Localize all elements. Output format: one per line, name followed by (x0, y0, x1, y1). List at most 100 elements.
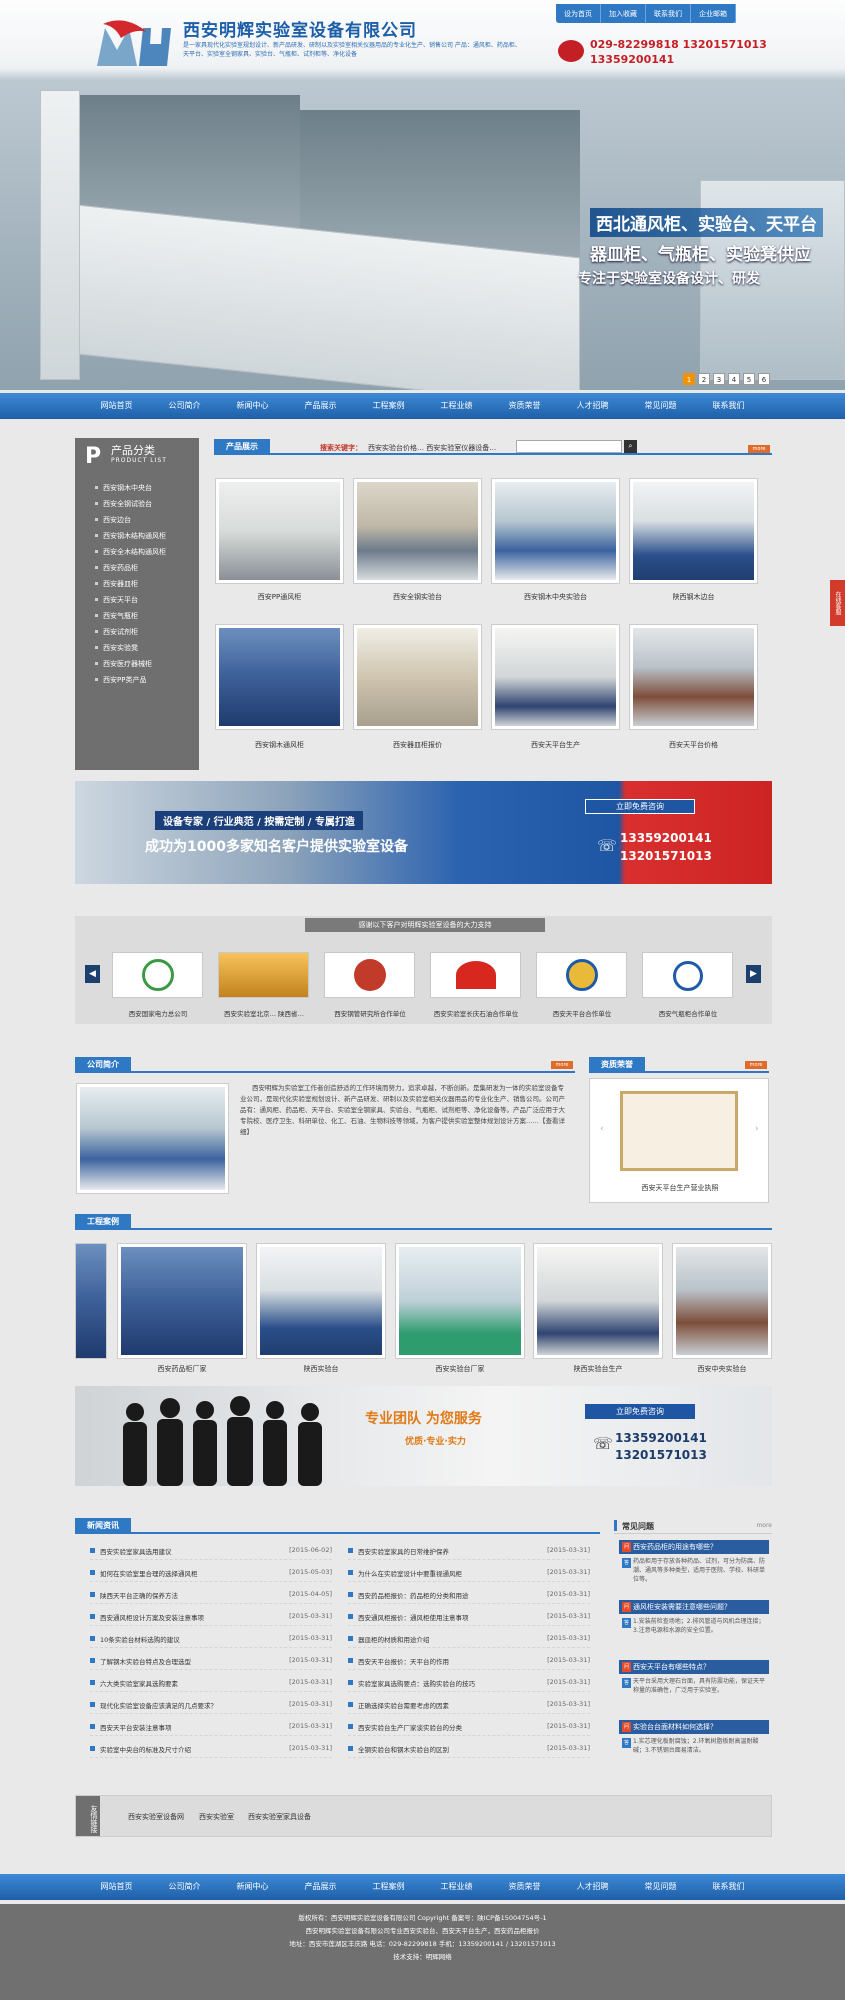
sidebar-item[interactable]: 西安医疗器械柜 (75, 656, 199, 672)
product-thumb[interactable] (491, 478, 620, 584)
news-row[interactable]: 西安天平台安装注意事项 [2015-03-31] (90, 1717, 332, 1736)
case-caption[interactable]: 西安中央实验台 (672, 1364, 772, 1374)
product-thumb[interactable] (629, 478, 758, 584)
add-favorite-link[interactable]: 加入收藏 (601, 4, 646, 23)
slide-dot[interactable]: 3 (713, 373, 725, 385)
nav-item[interactable]: 资质荣誉 (491, 393, 559, 419)
contact-link[interactable]: 联系我们 (646, 4, 691, 23)
news-row[interactable]: 实验室中央台的标准及尺寸介绍 [2015-03-31] (90, 1739, 332, 1758)
client-logo[interactable] (642, 952, 733, 998)
product-caption[interactable]: 西安PP通风柜 (215, 592, 344, 602)
news-row[interactable]: 器皿柜的材质和用途介绍 [2015-03-31] (348, 1629, 590, 1648)
news-title-link[interactable]: 10条实验台材料选购的建议 (100, 1634, 250, 1644)
client-logo[interactable] (430, 952, 521, 998)
product-caption[interactable]: 西安器皿柜报价 (353, 740, 482, 750)
faq-question[interactable]: 西安天平台有哪些特点？ (619, 1660, 769, 1674)
next-arrow-icon[interactable]: › (755, 1124, 759, 1134)
sidebar-item[interactable]: 西安药品柜 (75, 560, 199, 576)
footer-nav-item[interactable]: 新闻中心 (219, 1874, 287, 1900)
sidebar-item[interactable]: 西安试剂柜 (75, 624, 199, 640)
news-row[interactable]: 10条实验台材料选购的建议 [2015-03-31] (90, 1629, 332, 1648)
friend-link[interactable]: 西安实验室设备网 (128, 1812, 184, 1822)
case-caption[interactable]: 西安实验台厂家 (395, 1364, 525, 1374)
sidebar-item[interactable]: 西安钢木中央台 (75, 480, 199, 496)
footer-nav-item[interactable]: 联系我们 (695, 1874, 763, 1900)
news-title-link[interactable]: 西安通风柜设计方案及安装注意事项 (100, 1612, 250, 1622)
sidebar-item[interactable]: 西安天平台 (75, 592, 199, 608)
nav-item[interactable]: 产品展示 (287, 393, 355, 419)
nav-item[interactable]: 工程案例 (355, 393, 423, 419)
slide-dot[interactable]: 1 (683, 373, 695, 385)
news-row[interactable]: 西安药品柜报价：药品柜的分类和用途 [2015-03-31] (348, 1585, 590, 1604)
sidebar-item[interactable]: 西安PP类产品 (75, 672, 199, 688)
news-title-link[interactable]: 了解钢木实验台特点及合理选型 (100, 1656, 250, 1666)
news-row[interactable]: 为什么在实验室设计中要重视通风柜 [2015-03-31] (348, 1563, 590, 1582)
news-title-link[interactable]: 西安通风柜报价：通风柜使用注意事项 (358, 1612, 508, 1622)
product-thumb[interactable] (353, 478, 482, 584)
news-title-link[interactable]: 陕西天平台正确的保养方法 (100, 1590, 250, 1600)
news-row[interactable]: 全钢实验台和钢木实验台的区别 [2015-03-31] (348, 1739, 590, 1758)
news-row[interactable]: 正确选择实验台需要考虑的因素 [2015-03-31] (348, 1695, 590, 1714)
product-caption[interactable]: 西安天平台生产 (491, 740, 620, 750)
product-caption[interactable]: 陕西钢木边台 (629, 592, 758, 602)
news-title-link[interactable]: 实验室家具选购要点：选购实验台的技巧 (358, 1678, 508, 1688)
case-thumb[interactable] (395, 1243, 525, 1359)
faq-question[interactable]: 通风柜安装需要注意哪些问题？ (619, 1600, 769, 1614)
nav-item[interactable]: 公司简介 (151, 393, 219, 419)
faq-question[interactable]: 实验台台面材料如何选择？ (619, 1720, 769, 1734)
sidebar-item[interactable]: 西安气瓶柜 (75, 608, 199, 624)
nav-item[interactable]: 常见问题 (627, 393, 695, 419)
case-thumb-partial[interactable] (75, 1243, 107, 1359)
client-logo[interactable] (536, 952, 627, 998)
sidebar-item[interactable]: 西安全木结构通风柜 (75, 544, 199, 560)
slide-dot[interactable]: 6 (758, 373, 770, 385)
case-thumb[interactable] (117, 1243, 247, 1359)
footer-nav-item[interactable]: 人才招聘 (559, 1874, 627, 1900)
news-title-link[interactable]: 西安天平台安装注意事项 (100, 1722, 250, 1732)
free-consult-button[interactable]: 立即免费咨询 (585, 799, 695, 814)
news-row[interactable]: 现代化实验室设备应该满足的几点要求？ [2015-03-31] (90, 1695, 332, 1714)
product-caption[interactable]: 西安全钢实验台 (353, 592, 482, 602)
case-caption[interactable]: 西安药品柜厂家 (117, 1364, 247, 1374)
case-thumb[interactable] (533, 1243, 663, 1359)
news-title-link[interactable]: 现代化实验室设备应该满足的几点要求？ (100, 1700, 250, 1710)
product-caption[interactable]: 西安天平台价格 (629, 740, 758, 750)
news-title-link[interactable]: 器皿柜的材质和用途介绍 (358, 1634, 508, 1644)
footer-nav-item[interactable]: 资质荣誉 (491, 1874, 559, 1900)
email-link[interactable]: 企业邮箱 (691, 4, 736, 23)
product-thumb[interactable] (629, 624, 758, 730)
prev-arrow-icon[interactable]: ◀ (85, 965, 100, 983)
nav-item[interactable]: 工程业绩 (423, 393, 491, 419)
news-row[interactable]: 西安天平台报价：天平台的作用 [2015-03-31] (348, 1651, 590, 1670)
news-title-link[interactable]: 为什么在实验室设计中要重视通风柜 (358, 1568, 508, 1578)
nav-item[interactable]: 联系我们 (695, 393, 763, 419)
product-thumb[interactable] (215, 478, 344, 584)
footer-nav-item[interactable]: 公司简介 (151, 1874, 219, 1900)
news-title-link[interactable]: 六大类实验室家具选购要素 (100, 1678, 250, 1688)
friend-link[interactable]: 西安实验室 (199, 1812, 234, 1822)
product-thumb[interactable] (353, 624, 482, 730)
news-row[interactable]: 西安实验台生产厂家谈实验台的分类 [2015-03-31] (348, 1717, 590, 1736)
honor-more[interactable]: more (745, 1061, 767, 1069)
product-caption[interactable]: 西安钢木通风柜 (215, 740, 344, 750)
sidebar-item[interactable]: 西安器皿柜 (75, 576, 199, 592)
about-more[interactable]: more (551, 1061, 573, 1069)
news-row[interactable]: 西安通风柜设计方案及安装注意事项 [2015-03-31] (90, 1607, 332, 1626)
products-more[interactable]: more (748, 445, 770, 453)
product-thumb[interactable] (491, 624, 620, 730)
case-caption[interactable]: 陕西实验台生产 (533, 1364, 663, 1374)
slide-dot[interactable]: 2 (698, 373, 710, 385)
search-hot-words[interactable]: 西安实验台价格… 西安实验室仪器设备… (368, 443, 496, 453)
license-image[interactable] (620, 1091, 738, 1171)
set-homepage-link[interactable]: 设为首页 (556, 4, 601, 23)
slide-dot[interactable]: 4 (728, 373, 740, 385)
search-icon[interactable]: ⌕ (624, 440, 637, 453)
news-title-link[interactable]: 西安天平台报价：天平台的作用 (358, 1656, 508, 1666)
news-title-link[interactable]: 全钢实验台和钢木实验台的区别 (358, 1744, 508, 1754)
faq-more[interactable]: more (756, 1522, 772, 1529)
product-caption[interactable]: 西安钢木中央实验台 (491, 592, 620, 602)
search-input[interactable] (516, 440, 622, 453)
client-logo[interactable] (324, 952, 415, 998)
case-thumb[interactable] (672, 1243, 772, 1359)
footer-nav-item[interactable]: 工程案例 (355, 1874, 423, 1900)
